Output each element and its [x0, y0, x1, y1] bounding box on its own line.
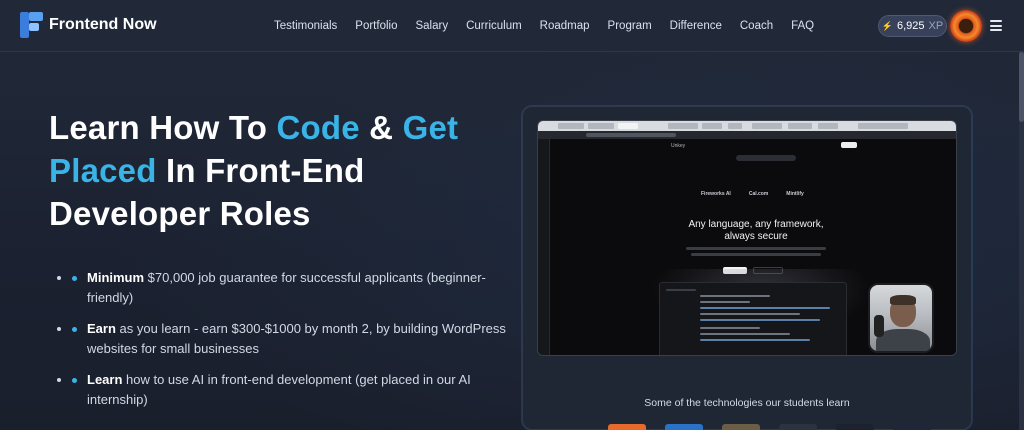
technology-logo — [665, 424, 703, 430]
webcam-overlay — [868, 283, 934, 353]
bullet-text: $70,000 job guarantee for successful app… — [87, 270, 486, 305]
bullet-strong: Learn — [87, 372, 123, 387]
brand-name: Frontend Now — [49, 16, 157, 33]
nav-link-portfolio[interactable]: Portfolio — [355, 20, 397, 32]
hamburger-menu-icon[interactable] — [990, 20, 1002, 31]
list-item: Minimum $70,000 job guarantee for succes… — [72, 268, 512, 308]
bullet-dot-icon — [72, 327, 77, 332]
video-nav-pill — [736, 155, 796, 161]
brand-logo[interactable]: Frontend Now — [20, 12, 157, 38]
bullet-strong: Earn — [87, 321, 116, 336]
video-logo: Mintlify — [786, 191, 804, 197]
bullet-text: as you learn - earn $300-$1000 by month … — [87, 321, 506, 356]
microphone-icon — [874, 315, 884, 337]
video-nav-button — [841, 142, 857, 148]
presenter-body — [876, 329, 930, 351]
xp-badge[interactable]: ⚡ 6,925 XP — [878, 15, 947, 37]
video-browser-urlbar — [538, 131, 956, 139]
technology-logo — [893, 424, 931, 430]
video-logo: Fireworks AI — [701, 191, 731, 197]
logo-icon — [20, 12, 44, 38]
bullet-strong: Minimum — [87, 270, 145, 285]
nav-link-salary[interactable]: Salary — [415, 20, 448, 32]
bullet-dot-icon — [72, 378, 77, 383]
nav-link-testimonials[interactable]: Testimonials — [274, 20, 337, 32]
technology-logo — [722, 424, 760, 430]
technologies-caption: Some of the technologies our students le… — [644, 397, 850, 409]
nav-link-program[interactable]: Program — [608, 20, 652, 32]
benefit-list: Minimum $70,000 job guarantee for succes… — [72, 268, 512, 421]
xp-unit: XP — [928, 20, 944, 32]
hero-title-part-3: & — [359, 109, 403, 146]
bullet-dot-icon — [72, 276, 77, 281]
video-headline: Any language, any framework, always secu… — [688, 219, 824, 242]
technology-logo — [608, 424, 646, 430]
nav-link-coach[interactable]: Coach — [740, 20, 773, 32]
video-subtext-line — [691, 253, 821, 256]
hero-title: Learn How To Code & Get Placed In Front-… — [49, 106, 489, 235]
user-avatar[interactable] — [950, 10, 982, 42]
presenter-hair — [890, 295, 916, 305]
hero-title-part-1: Learn How To — [49, 109, 277, 146]
nav-links: Testimonials Portfolio Salary Curriculum… — [274, 0, 814, 52]
list-item: Learn how to use AI in front-end develop… — [72, 370, 512, 410]
list-item: Earn as you learn - earn $300-$1000 by m… — [72, 319, 512, 359]
nav-link-difference[interactable]: Difference — [670, 20, 722, 32]
hero-title-accent-code: Code — [276, 109, 360, 146]
technology-logo — [836, 424, 874, 430]
video-brand: Unkey — [671, 143, 686, 149]
xp-value: 6,925 — [897, 20, 925, 32]
top-navbar: Frontend Now Testimonials Portfolio Sala… — [0, 0, 1024, 52]
nav-link-faq[interactable]: FAQ — [791, 20, 814, 32]
technology-logos — [608, 424, 931, 430]
nav-link-curriculum[interactable]: Curriculum — [466, 20, 522, 32]
video-browser-tabbar — [538, 121, 956, 131]
video-browser-sidebar — [538, 139, 550, 355]
video-logo-row: Fireworks AI Cal.com Mintlify — [701, 191, 804, 197]
video-code-panel — [659, 282, 847, 355]
nav-link-roadmap[interactable]: Roadmap — [540, 20, 590, 32]
video-logo: Cal.com — [748, 191, 769, 197]
lightning-icon: ⚡ — [881, 20, 893, 31]
video-subtext-line — [686, 247, 826, 250]
technology-logo — [779, 424, 817, 430]
bullet-text: how to use AI in front-end development (… — [87, 372, 471, 407]
scrollbar-thumb[interactable] — [1019, 52, 1024, 122]
